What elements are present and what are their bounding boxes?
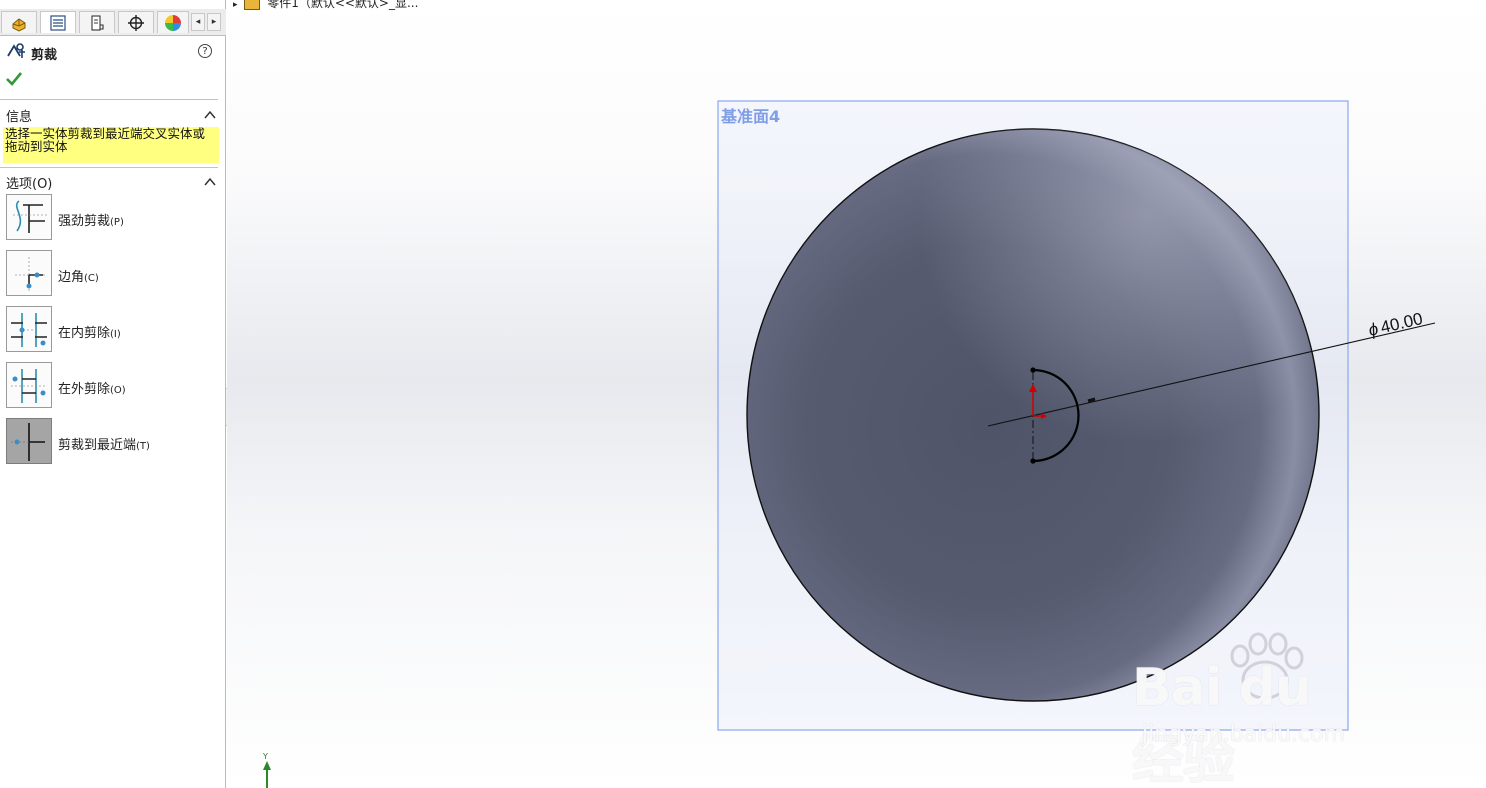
trim-inside-button[interactable] <box>6 306 52 352</box>
tabs-scroll-left[interactable]: ◂ <box>191 13 205 31</box>
power-trim-button[interactable] <box>6 194 52 240</box>
watermark: Bai du 经验 jingyan.baidu.com <box>1132 630 1372 788</box>
option-corner[interactable]: 边角(C) <box>6 250 220 298</box>
property-manager-header: 剪裁 ? <box>6 42 220 63</box>
options-section-title[interactable]: 选项(O) <box>6 173 52 192</box>
option-trim-away-outside[interactable]: 在外剪除(O) <box>6 362 220 410</box>
option-label: 强劲剪裁(P) <box>58 214 124 229</box>
option-power-trim[interactable]: 强劲剪裁(P) <box>6 194 220 242</box>
chevron-up-icon[interactable] <box>203 109 217 121</box>
feature-manager-icon <box>12 17 26 32</box>
info-message: 选择一实体剪裁到最近端交叉实体或拖动到实体 <box>3 127 219 163</box>
tabs-scroll-right[interactable]: ▸ <box>207 13 221 31</box>
option-label: 边角(C) <box>58 270 99 285</box>
arc-endpoint[interactable] <box>1030 367 1036 373</box>
ok-check-icon[interactable] <box>5 70 23 88</box>
chevron-left-icon: ◂ <box>195 17 201 27</box>
info-section-title[interactable]: 信息 <box>6 106 32 125</box>
option-label: 在内剪除(I) <box>58 326 121 341</box>
property-manager-icon <box>50 14 66 31</box>
property-manager-panel: ◂ ▸ 剪裁 ? 信息 选择一实体剪裁到最近端交叉实体或拖动到实体 选项(O) <box>0 0 226 788</box>
tab-dimxpert-manager[interactable] <box>118 11 154 33</box>
page-title: 剪裁 <box>31 48 58 63</box>
graphics-area[interactable]: ▸ 零件1（默认<<默认>_显... ϕ40.00 基准面4 Y Bai du … <box>227 0 1486 788</box>
view-triad <box>263 761 271 788</box>
axis-y-label: Y <box>263 752 268 761</box>
trim-outside-icon <box>11 369 47 403</box>
chevron-up-icon[interactable] <box>203 176 217 188</box>
trim-to-closest-button[interactable] <box>6 418 52 464</box>
power-trim-icon <box>13 200 47 233</box>
arc-endpoint[interactable] <box>1030 458 1036 464</box>
corner-trim-icon <box>15 257 45 291</box>
option-trim-to-closest[interactable]: 剪裁到最近端(T) <box>6 418 220 466</box>
help-button[interactable]: ? <box>198 44 212 58</box>
trim-to-closest-icon <box>11 423 45 461</box>
dimension-arrow <box>1087 397 1096 403</box>
dimension-text[interactable]: ϕ40.00 <box>1367 309 1425 340</box>
crosshair-icon <box>128 14 144 31</box>
corner-button[interactable] <box>6 250 52 296</box>
manager-tabs: ◂ ▸ <box>0 9 226 36</box>
trim-icon <box>7 43 25 58</box>
plane-label[interactable]: 基准面4 <box>721 103 780 127</box>
tab-feature-manager[interactable] <box>1 11 37 33</box>
watermark-url: jingyan.baidu.com <box>1142 722 1346 747</box>
color-wheel-icon <box>165 14 181 31</box>
chevron-right-icon: ▸ <box>211 17 217 27</box>
option-trim-away-inside[interactable]: 在内剪除(I) <box>6 306 220 354</box>
trim-outside-button[interactable] <box>6 362 52 408</box>
divider <box>0 167 218 168</box>
option-label: 剪裁到最近端(T) <box>58 438 150 453</box>
tab-property-manager[interactable] <box>40 11 76 33</box>
trim-inside-icon <box>11 313 47 347</box>
tab-display-manager[interactable] <box>157 11 189 33</box>
tab-configuration-manager[interactable] <box>79 11 115 33</box>
divider <box>0 99 218 100</box>
option-label: 在外剪除(O) <box>58 382 126 397</box>
configuration-manager-icon <box>91 14 104 31</box>
